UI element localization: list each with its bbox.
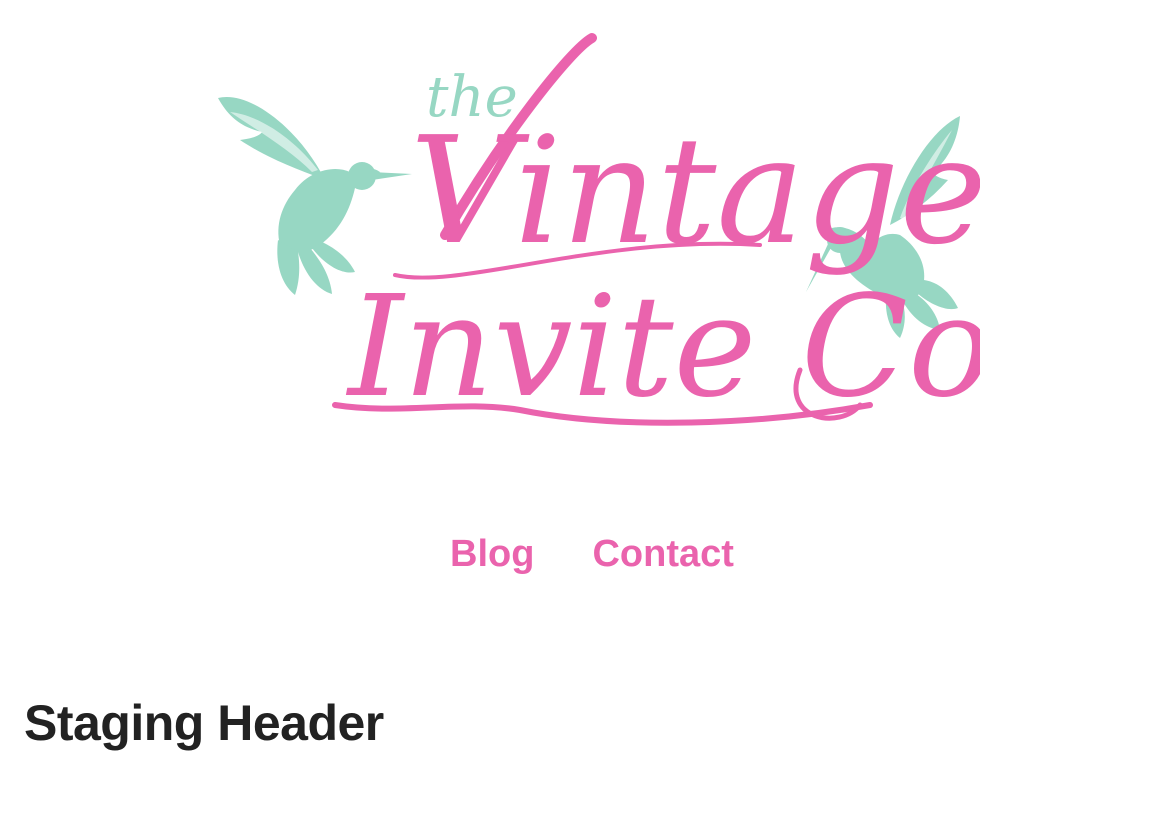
logo-text-vintage: Vintage [410, 105, 980, 277]
nav-link-blog[interactable]: Blog [450, 535, 534, 573]
site-logo: the Vintage Invite Co [218, 33, 980, 429]
logo-text-invite-co: Invite Co [345, 266, 980, 429]
site-logo-link[interactable]: the Vintage Invite Co [200, 20, 980, 450]
nav-link-contact[interactable]: Contact [592, 535, 733, 573]
main-nav: Blog Contact [0, 535, 1170, 573]
page-title: Staging Header [24, 695, 384, 751]
